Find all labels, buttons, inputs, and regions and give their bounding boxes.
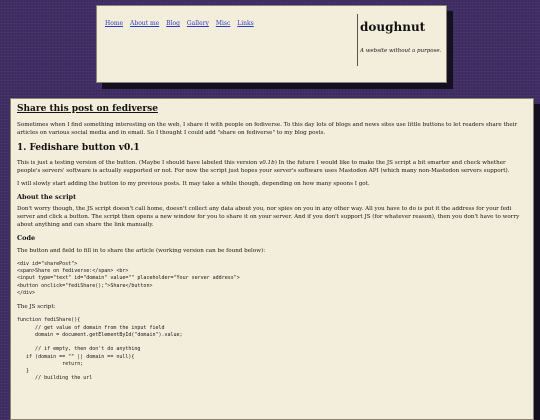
- paragraph-spoons: I will slowly start adding the button to…: [17, 180, 370, 187]
- js-code-block: function fediShare(){ // get value of do…: [17, 317, 183, 382]
- site-brand: doughnut A website without a purpose.: [357, 14, 441, 66]
- nav-link-gallery[interactable]: Gallery: [187, 20, 209, 27]
- section-heading-code: Code: [17, 234, 36, 243]
- site-tagline: A website without a purpose.: [360, 48, 442, 54]
- post-title[interactable]: Share this post on fediverse: [17, 103, 527, 116]
- main-nav: Home About me Blog Gallery Misc Links: [105, 20, 259, 27]
- nav-link-home[interactable]: Home: [105, 20, 123, 27]
- paragraph-version-note: This is just a testing version of the bu…: [17, 160, 510, 175]
- paragraph-js-intro: The JS script:: [17, 304, 56, 311]
- site-header: Home About me Blog Gallery Misc Links do…: [96, 5, 447, 83]
- version-label: v0.1b: [259, 160, 275, 167]
- nav-link-about[interactable]: About me: [130, 20, 159, 27]
- post-content: Share this post on fediverse Sometimes w…: [10, 98, 534, 420]
- section-heading-about-script: About the script: [17, 192, 77, 201]
- nav-link-blog[interactable]: Blog: [166, 20, 180, 27]
- post-intro: Sometimes when I find something interest…: [17, 122, 518, 137]
- section-heading-fedishare: 1. Fedishare button v0.1: [17, 143, 140, 154]
- html-code-block: <div id="sharePost"> <span>Share on fedi…: [17, 260, 240, 296]
- nav-link-links[interactable]: Links: [237, 20, 253, 27]
- site-title: doughnut: [360, 20, 426, 34]
- paragraph-about-script: Don't worry though, the JS script doesn'…: [17, 206, 520, 229]
- nav-link-misc[interactable]: Misc: [216, 20, 231, 27]
- paragraph-code-intro: The button and field to fill in to share…: [17, 247, 266, 254]
